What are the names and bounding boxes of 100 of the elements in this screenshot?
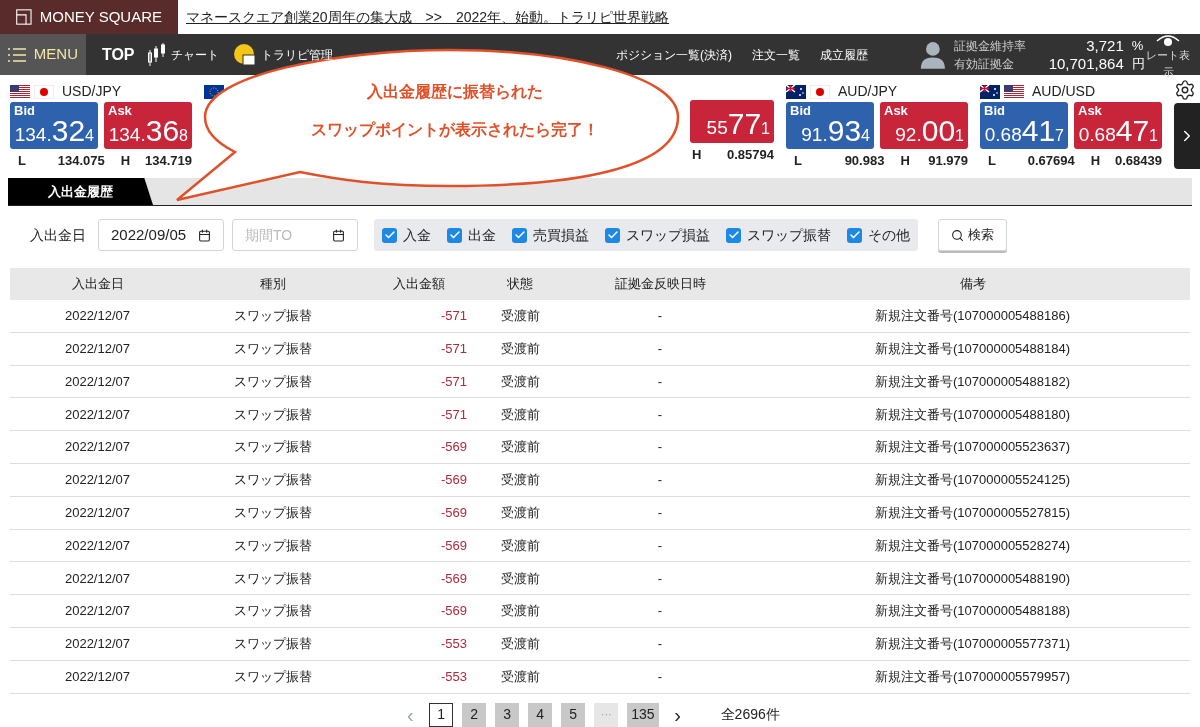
menu-button[interactable]: MENU (0, 34, 86, 75)
candlestick-icon (146, 41, 167, 68)
table-cell-text: -571 (439, 405, 468, 424)
page-button[interactable]: 2 (462, 702, 487, 727)
rate-toggle-button[interactable]: レート表示 (1144, 29, 1192, 80)
table-cell-text: -571 (439, 339, 468, 358)
low-price: 0.67694 (1026, 152, 1075, 170)
table-cell-text: 2022/12/07 (63, 536, 132, 555)
date-from-field[interactable]: 2022/09/05 (98, 219, 224, 251)
table-cell-text: 2022/12/07 (63, 307, 132, 326)
table-cell-text: -571 (439, 307, 468, 326)
ask-rate-card[interactable]: Ask 0.68471 (1074, 102, 1162, 149)
table-cell-text: 新規注文番号(107000005488184) (873, 339, 1072, 358)
table-cell-text: 受渡前 (499, 635, 541, 654)
table-cell-text: 受渡前 (499, 602, 541, 621)
nav-link[interactable]: ポジション一覧(決済) (616, 45, 732, 64)
table-cell-text: - (656, 471, 664, 490)
ask-rate-card[interactable]: Ask 92.001 (880, 102, 968, 149)
rate-price: 91.934 (801, 118, 870, 144)
table-cell-text: スワップ振替 (232, 536, 313, 555)
ask-rate-card[interactable]: 55771 (690, 100, 774, 143)
table-cell-text: 新規注文番号(107000005488188) (873, 602, 1072, 621)
table-cell-text: スワップ振替 (232, 405, 313, 424)
table-cell-text: スワップ振替 (232, 602, 313, 621)
currency-pair: USD/JPY (62, 82, 122, 101)
next-page-button[interactable]: › (667, 699, 688, 727)
bid-rate-card[interactable]: Bid 0.68417 (980, 102, 1068, 149)
table-cell-text: 2022/12/07 (63, 569, 132, 588)
low-label: L (18, 152, 26, 170)
checkbox[interactable] (605, 227, 620, 243)
settings-icon[interactable] (1174, 79, 1196, 101)
currency-pair: AUD/JPY (838, 82, 898, 101)
rate-price: 92.001 (895, 118, 964, 144)
table-cell-text: -569 (439, 503, 468, 522)
table-cell-text: 新規注文番号(107000005488182) (873, 372, 1072, 391)
total-count: 全2696件 (720, 705, 780, 725)
column-header: 証拠金反映日時 (613, 275, 707, 294)
high-label: H (120, 152, 131, 170)
rate-price: 0.68471 (1078, 118, 1158, 144)
account-unit: 円 (1131, 54, 1145, 73)
table-cell-text: - (656, 339, 664, 358)
calendar-icon (332, 228, 345, 242)
table-cell-text: 新規注文番号(107000005488190) (873, 569, 1072, 588)
rate-label: Ask (108, 104, 132, 117)
rate-price: 134.324 (14, 118, 94, 144)
date-label: 入出金日 (30, 225, 86, 245)
bid-rate-card[interactable]: Bid 91.934 (786, 102, 874, 149)
table-cell-text: -571 (439, 372, 468, 391)
checkbox[interactable] (726, 227, 741, 243)
high-price: 134.719 (145, 152, 192, 170)
table-cell-text: -569 (439, 569, 468, 588)
checkbox[interactable] (447, 227, 462, 243)
table-cell-text: 新規注文番号(107000005523637) (873, 438, 1072, 457)
history-tab[interactable]: 入出金履歴 (8, 178, 153, 205)
high-price: 91.979 (928, 152, 968, 170)
nav-link[interactable]: TOP (101, 42, 135, 67)
checkbox[interactable] (847, 227, 862, 243)
table-cell-text: スワップ振替 (232, 372, 313, 391)
bid-rate-card[interactable]: Bid 134.324 (10, 102, 98, 149)
ask-rate-card[interactable]: Ask 134.368 (104, 102, 192, 149)
flag-icon (810, 84, 830, 99)
table-cell-text: 2022/12/07 (63, 503, 132, 522)
calendar-icon (198, 228, 211, 242)
account-value: 10,701,864 (1047, 54, 1124, 73)
nav-link[interactable]: チャート (146, 41, 219, 68)
table-cell-text: 受渡前 (499, 536, 541, 555)
account-label: 有効証拠金 (953, 55, 1015, 73)
announcement-link[interactable]: マネースクエア創業20周年の集大成 >> 2022年、始動。トラリピ世界戦略 (186, 6, 670, 28)
table-cell-text: 新規注文番号(107000005528274) (873, 536, 1072, 555)
table-cell-text: 新規注文番号(107000005488180) (873, 405, 1072, 424)
page-button[interactable]: 5 (561, 702, 586, 727)
flag-icon (1004, 84, 1024, 99)
page-button[interactable]: 135 (627, 702, 659, 727)
checkbox[interactable] (512, 227, 527, 243)
table-cell-text: 新規注文番号(107000005488186) (873, 307, 1072, 326)
page-button[interactable]: 1 (429, 702, 454, 727)
table-cell-text: - (656, 438, 664, 457)
table-cell-text: -569 (439, 602, 468, 621)
table-cell-text: - (656, 307, 664, 326)
nav-link[interactable]: 成立履歴 (820, 45, 868, 64)
high-label: H (1090, 152, 1101, 170)
checkbox[interactable] (382, 227, 397, 243)
account-unit: % (1131, 36, 1144, 55)
page-button[interactable]: 4 (528, 702, 553, 727)
table-cell-text: スワップ振替 (232, 438, 313, 457)
search-button[interactable]: 検索 (938, 219, 1007, 251)
flag-icon (786, 84, 806, 99)
nav-link[interactable]: 注文一覧 (752, 45, 800, 64)
table-cell-text: 受渡前 (499, 667, 541, 686)
table-cell-text: - (656, 536, 664, 555)
table-cell-text: スワップ振替 (232, 503, 313, 522)
page-button[interactable]: 3 (495, 702, 520, 727)
table-cell-text: -553 (439, 635, 468, 654)
nav-link[interactable]: トラリピ管理 (230, 41, 333, 68)
table-cell-text: -553 (439, 667, 468, 686)
table-cell-text: スワップ振替 (232, 569, 313, 588)
table-cell-text: - (656, 667, 664, 686)
table-cell-text: - (656, 372, 664, 391)
table-cell-text: 2022/12/07 (63, 339, 132, 358)
high-price: 0.85794 (727, 145, 774, 164)
